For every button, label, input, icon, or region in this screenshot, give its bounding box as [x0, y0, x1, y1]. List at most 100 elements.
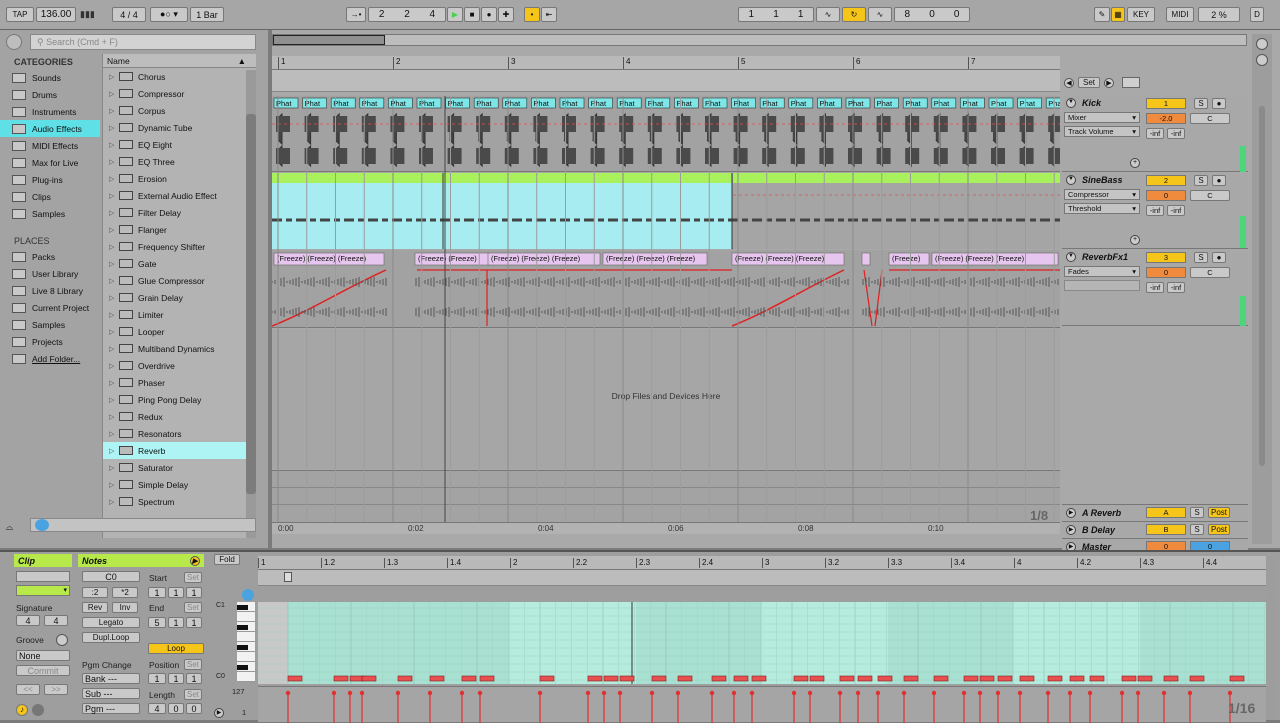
volume-field[interactable]: 0 — [1146, 267, 1186, 278]
commit-button[interactable]: Commit — [16, 665, 70, 676]
end-set-button[interactable]: Set — [184, 602, 202, 613]
browser-item[interactable]: ▷ Phaser — [103, 374, 256, 391]
follow-button[interactable]: →• — [346, 7, 366, 22]
piano-key[interactable] — [237, 612, 255, 622]
loop-length-field[interactable]: 8 0 0 — [894, 7, 970, 22]
category-max-for-live[interactable]: Max for Live — [0, 154, 100, 171]
category-drums[interactable]: Drums — [0, 86, 100, 103]
note-editor[interactable] — [258, 602, 1266, 684]
length-set-button[interactable]: Set — [184, 689, 202, 700]
expand-track-icon[interactable]: ▶ — [1066, 525, 1076, 535]
solo-button[interactable]: S — [1190, 507, 1204, 518]
solo-button[interactable]: S — [1194, 175, 1208, 186]
expand-icon[interactable]: ▷ — [109, 243, 119, 251]
tap-button[interactable]: TAP — [6, 7, 34, 22]
sig-den-field[interactable]: 4 — [44, 615, 68, 626]
expand-icon[interactable]: ▷ — [109, 311, 119, 319]
category-midi-effects[interactable]: MIDI Effects — [0, 137, 100, 154]
scrollbar-thumb[interactable] — [246, 114, 256, 494]
browser-toggle-icon[interactable] — [6, 34, 22, 50]
arm-button[interactable]: ● — [1212, 175, 1226, 186]
send-a-field[interactable]: -inf — [1146, 205, 1164, 216]
piano-loop-lane[interactable] — [258, 570, 1266, 586]
envelope-toggle-icon[interactable] — [32, 704, 44, 716]
expand-icon[interactable]: ▷ — [109, 379, 119, 387]
time-ruler[interactable]: 0:00 0:02 0:04 0:06 0:08 0:10 — [272, 522, 1060, 534]
pos-bar-field[interactable]: 1 — [148, 673, 166, 684]
double-icon[interactable]: >> — [44, 684, 68, 695]
browser-item[interactable]: ▷ Gate — [103, 255, 256, 272]
expand-icon[interactable]: ▷ — [109, 90, 119, 98]
return-name[interactable]: B Delay — [1082, 525, 1115, 535]
browser-item[interactable]: ▷ Multiband Dynamics — [103, 340, 256, 357]
browser-item[interactable]: ▷ Erosion — [103, 170, 256, 187]
category-samples[interactable]: Samples — [0, 205, 100, 222]
punch-in-button[interactable]: ∿ — [816, 7, 840, 22]
parameter-chooser[interactable]: Track Volume ▾ — [1064, 126, 1140, 137]
preview-notes-icon[interactable] — [242, 589, 254, 601]
pos-beat-field[interactable]: 1 — [168, 673, 184, 684]
black-key[interactable] — [237, 625, 248, 630]
track-name[interactable]: Kick — [1082, 98, 1101, 108]
fold-button[interactable]: Fold — [214, 554, 240, 565]
expand-icon[interactable]: ▷ — [109, 464, 119, 472]
notes-layer[interactable] — [258, 602, 1266, 684]
place-projects[interactable]: Projects — [0, 333, 100, 350]
piano-key[interactable] — [237, 642, 255, 652]
overview-strip[interactable] — [272, 34, 1247, 46]
loop-length[interactable]: 4 0 0 — [148, 703, 202, 714]
sig-num-field[interactable]: 4 — [16, 615, 40, 626]
place-samples[interactable]: Samples — [0, 316, 100, 333]
items-scrollbar[interactable] — [246, 70, 256, 538]
len-beat-field[interactable]: 0 — [168, 703, 184, 714]
parameter-chooser[interactable] — [1064, 280, 1140, 291]
return-activator[interactable]: A — [1146, 507, 1186, 518]
expand-icon[interactable]: ▷ — [109, 294, 119, 302]
headphone-icon[interactable]: ♪ — [16, 704, 28, 716]
halve-icon[interactable]: << — [16, 684, 40, 695]
io-toggle-icon[interactable] — [1256, 54, 1268, 66]
sort-icon[interactable]: ▲ — [238, 56, 246, 66]
key-field[interactable]: C0 — [82, 571, 140, 582]
loop-brace-lane[interactable] — [272, 70, 1060, 92]
start-set-button[interactable]: Set — [184, 572, 202, 583]
len-bar-field[interactable]: 4 — [148, 703, 166, 714]
solo-button[interactable]: S — [1190, 524, 1204, 535]
nav-right-icon[interactable]: ▶ — [1104, 78, 1114, 88]
send-a-field[interactable]: -inf — [1146, 128, 1164, 139]
bank-field[interactable]: Bank --- — [82, 673, 140, 684]
browser-item[interactable]: ▷ Filter Delay — [103, 204, 256, 221]
clip-name-field[interactable] — [16, 571, 70, 582]
browser-item[interactable]: ▷ Ping Pong Delay — [103, 391, 256, 408]
expand-icon[interactable]: ▷ — [109, 430, 119, 438]
record-button[interactable]: ● — [481, 7, 497, 22]
expand-icon[interactable]: ▷ — [109, 124, 119, 132]
parameter-chooser[interactable]: Threshold ▾ — [1064, 203, 1140, 214]
post-button[interactable]: Post — [1208, 524, 1230, 535]
len-six-field[interactable]: 0 — [186, 703, 202, 714]
groove-pool-icon[interactable] — [56, 634, 68, 646]
browser-item[interactable]: ▷ Chorus — [103, 68, 256, 85]
notes-tab[interactable]: Notes ▶ — [78, 554, 204, 567]
preview-bar[interactable] — [30, 518, 256, 532]
place-add-folder-[interactable]: Add Folder... — [0, 350, 100, 367]
browser-item[interactable]: ▷ EQ Eight — [103, 136, 256, 153]
fold-track-icon[interactable]: ▼ — [1066, 98, 1076, 108]
expand-icon[interactable]: ▷ — [109, 345, 119, 353]
send-a-field[interactable]: -inf — [1146, 282, 1164, 293]
browser-item[interactable]: ▷ Resonators — [103, 425, 256, 442]
clip-color-select[interactable]: ▾ — [16, 585, 70, 596]
browser-item[interactable]: ▷ External Audio Effect — [103, 187, 256, 204]
expand-icon[interactable]: ▷ — [109, 226, 119, 234]
track-delay-icon[interactable] — [1256, 38, 1268, 50]
overdub-button[interactable]: ✚ — [498, 7, 514, 22]
loop-start-field[interactable]: 1 1 1 — [738, 7, 814, 22]
expand-track-icon[interactable]: ▶ — [1066, 508, 1076, 518]
browser-item[interactable]: ▷ Frequency Shifter — [103, 238, 256, 255]
position-set-button[interactable]: Set — [184, 659, 202, 670]
device-chooser[interactable]: Compressor ▾ — [1064, 189, 1140, 200]
browser-item[interactable]: ▷ Compressor — [103, 85, 256, 102]
browser-item[interactable]: ▷ Limiter — [103, 306, 256, 323]
start-bar[interactable]: 1 — [148, 587, 166, 598]
expand-icon[interactable]: ▷ — [109, 413, 119, 421]
